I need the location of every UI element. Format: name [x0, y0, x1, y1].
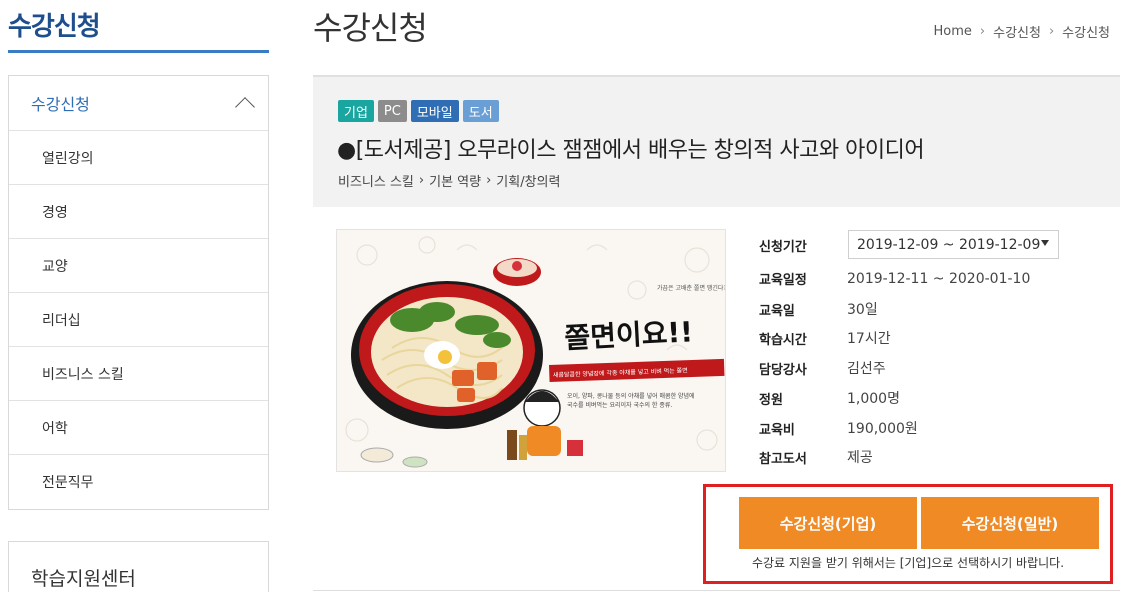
sidebar-item-management[interactable]: 경영	[9, 185, 268, 239]
sidebar-item-liberal-arts[interactable]: 교양	[9, 239, 268, 293]
sidebar-menu-header[interactable]: 수강신청	[9, 76, 268, 131]
image-caption-1: 오이, 양파, 콩나물 등의 야채를 넣어 매콤한 양념에	[567, 392, 695, 400]
breadcrumb-current: 수강신청	[1062, 26, 1110, 41]
course-category-path: 비즈니스 스킬 › 기본 역량 › 기획/창의력	[338, 171, 560, 190]
chevron-right-icon: ›	[1048, 24, 1055, 39]
category-level-1: 비즈니스 스킬	[338, 175, 414, 190]
sidebar-menu-header-label: 수강신청	[31, 95, 90, 114]
sidebar-title-underline	[8, 50, 269, 53]
info-label: 교육비	[759, 422, 795, 438]
sidebar-item-open-lecture[interactable]: 열린강의	[9, 131, 268, 185]
chevron-right-icon: ›	[486, 173, 492, 188]
period-select-value: 2019-12-09 ~ 2019-12-09	[857, 236, 1041, 253]
info-label: 교육일	[759, 303, 795, 319]
info-value: 1,000명	[847, 391, 900, 407]
info-row: 학습시간 17시간	[759, 328, 1079, 348]
image-caption-2: 국수를 비벼먹는 요리이자 국수의 한 종류.	[567, 401, 672, 409]
info-label: 참고도서	[759, 451, 807, 467]
chevron-up-icon[interactable]	[235, 97, 255, 117]
sidebar-item-leadership[interactable]: 리더십	[9, 293, 268, 347]
apply-note: 수강료 지원을 받기 위해서는 [기업]으로 선택하시기 바랍니다.	[751, 556, 1065, 570]
breadcrumb-item[interactable]: 수강신청	[993, 22, 1041, 41]
info-row: 교육비 190,000원	[759, 418, 1079, 438]
category-level-3: 기획/창의력	[496, 175, 561, 190]
period-select[interactable]: 2019-12-09 ~ 2019-12-09	[848, 230, 1059, 259]
course-title: ●[도서제공] 오무라이스 잼잼에서 배우는 창의적 사고와 아이디어	[337, 138, 925, 163]
sidebar-menu: 수강신청 열린강의 경영 교양 리더십 비즈니스 스킬 어학 전문직무	[8, 75, 269, 510]
tag-book: 도서	[462, 100, 499, 122]
info-label: 담당강사	[759, 362, 807, 378]
tag-mobile: 모바일	[410, 100, 459, 122]
category-level-2: 기본 역량	[429, 175, 482, 190]
image-aside: 가끔은 고배춘 쫄면 땡긴다?	[657, 284, 726, 292]
info-row: 참고도서 제공	[759, 447, 1079, 467]
sidebar-item-business-skill[interactable]: 비즈니스 스킬	[9, 347, 268, 401]
tag-corporate: 기업	[338, 100, 374, 122]
info-value: 17시간	[847, 331, 891, 347]
info-value: 김선주	[847, 361, 886, 377]
divider	[313, 590, 1120, 591]
info-row: 정원 1,000명	[759, 388, 1079, 408]
info-label: 학습시간	[759, 332, 807, 348]
apply-section: 수강신청(기업) 수강신청(일반) 수강료 지원을 받기 위해서는 [기업]으로…	[703, 484, 1113, 584]
chevron-right-icon: ›	[418, 173, 425, 188]
sidebar-item-professional[interactable]: 전문직무	[9, 455, 268, 509]
course-tags: 기업 PC 모바일 도서	[338, 100, 499, 122]
info-label: 정원	[759, 392, 783, 408]
apply-corporate-button[interactable]: 수강신청(기업)	[739, 497, 917, 549]
info-value: 30일	[847, 302, 878, 318]
info-row: 담당강사 김선주	[759, 358, 1079, 378]
info-value: 2019-12-11 ~ 2020-01-10	[847, 270, 1031, 287]
noodle-illustration: 쫄면이요!! 새콤달콤한 양념장에 각종 야채를 넣고 비벼 먹는 쫄면 오이,…	[345, 236, 726, 468]
apply-general-button[interactable]: 수강신청(일반)	[921, 497, 1099, 549]
learning-support-title: 학습지원센터	[31, 568, 136, 590]
info-value: 190,000원	[847, 421, 918, 437]
info-row: 교육일 30일	[759, 299, 1079, 319]
chevron-right-icon: ›	[979, 24, 986, 39]
tag-pc: PC	[377, 100, 407, 122]
image-headline: 쫄면이요!!	[564, 315, 694, 355]
sidebar-title: 수강신청	[8, 12, 101, 42]
info-value: 제공	[847, 450, 873, 466]
info-row: 교육일정 2019-12-11 ~ 2020-01-10	[759, 269, 1079, 289]
breadcrumb: Home › 수강신청 › 수강신청	[934, 22, 1110, 41]
info-label: 교육일정	[759, 273, 807, 288]
page-title: 수강신청	[313, 9, 428, 47]
info-period-label: 신청기간	[759, 240, 807, 255]
sidebar-item-language[interactable]: 어학	[9, 401, 268, 455]
breadcrumb-home[interactable]: Home	[934, 24, 972, 39]
dropdown-arrow-icon	[1041, 240, 1049, 246]
learning-support-box[interactable]: 학습지원센터	[8, 541, 269, 592]
course-thumbnail: 쫄면이요!! 새콤달콤한 양념장에 각종 야채를 넣고 비벼 먹는 쫄면 오이,…	[336, 229, 726, 472]
course-header: 기업 PC 모바일 도서 ●[도서제공] 오무라이스 잼잼에서 배우는 창의적 …	[313, 75, 1120, 207]
